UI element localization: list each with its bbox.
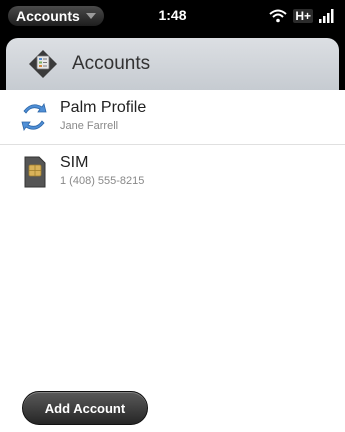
account-title: Palm Profile [60, 99, 147, 116]
status-bar: Accounts 1:48 H+ [0, 0, 345, 32]
page-header: Accounts [0, 32, 345, 90]
accounts-list: Palm Profile Jane Farrell SIM 1 (408) 55… [0, 90, 345, 199]
signal-strength-icon [319, 9, 334, 23]
account-subtitle: 1 (408) 555-8215 [60, 175, 145, 187]
status-icons[interactable]: H+ [269, 6, 335, 26]
wifi-icon [269, 9, 287, 23]
sim-card-icon [24, 156, 46, 188]
account-subtitle: Jane Farrell [60, 120, 119, 132]
header-bar: Accounts [6, 38, 339, 90]
add-account-button[interactable]: Add Account [22, 391, 148, 425]
network-type-badge: H+ [293, 9, 313, 23]
page-title: Accounts [72, 53, 151, 74]
account-item-sim[interactable]: SIM 1 (408) 555-8215 [0, 145, 345, 199]
accounts-app-icon [29, 50, 57, 78]
account-title: SIM [60, 154, 89, 171]
account-item-palm-profile[interactable]: Palm Profile Jane Farrell [0, 90, 345, 145]
palm-profile-sync-icon [21, 103, 47, 131]
